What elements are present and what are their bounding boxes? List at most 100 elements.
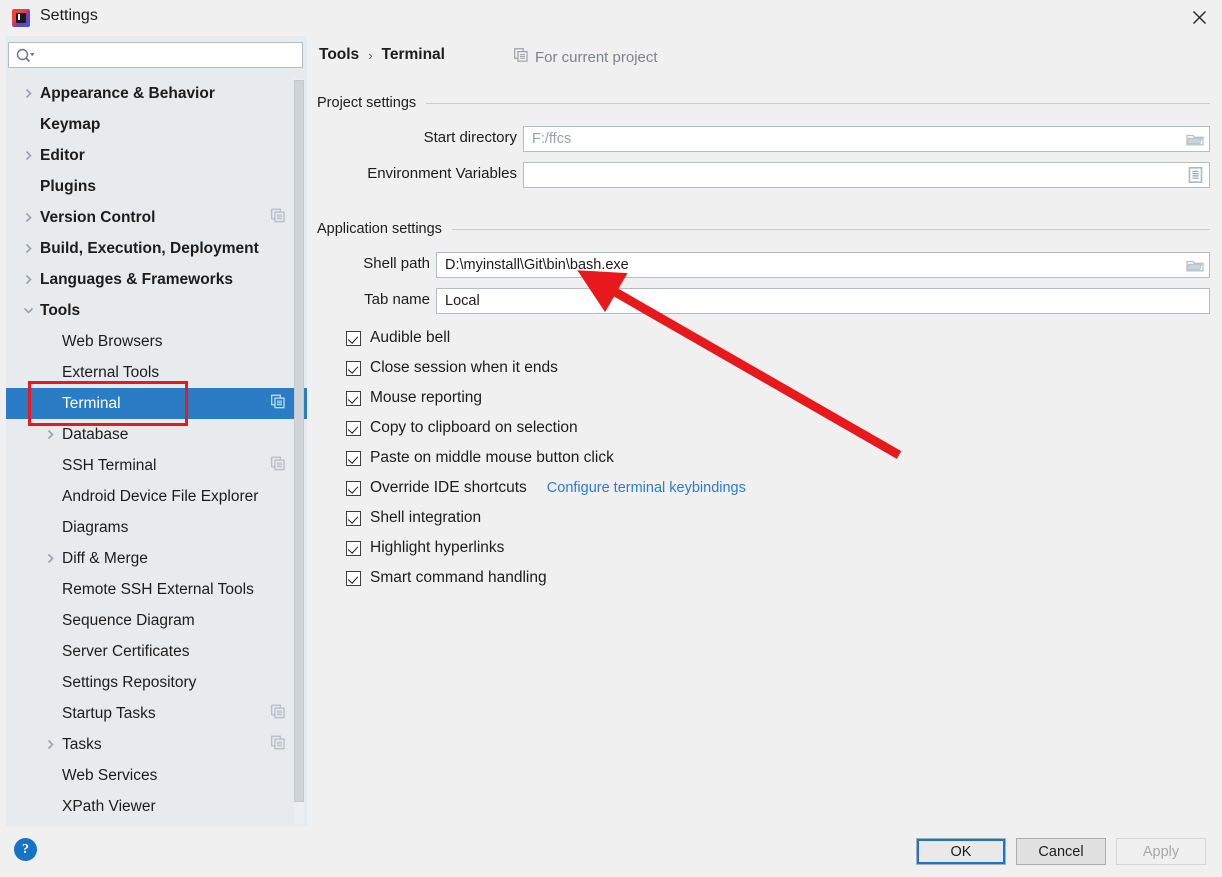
checkbox-row[interactable]: Mouse reporting [346, 383, 746, 413]
breadcrumb-current: Terminal [381, 46, 445, 63]
sidebar-scrollbar-thumb[interactable] [294, 80, 304, 802]
chevron-down-icon[interactable] [20, 303, 36, 319]
terminal-options-list: Audible bell Close session when it ends Mo… [346, 323, 746, 593]
settings-main-panel: Tools › Terminal For current project Pro… [307, 36, 1222, 826]
folder-icon[interactable] [1184, 255, 1206, 275]
sidebar-item-diff-merge[interactable]: Diff & Merge [6, 543, 307, 574]
sidebar-item-server-certificates[interactable]: Server Certificates [6, 636, 307, 667]
checkbox-row[interactable]: Override IDE shortcuts Configure terminal… [346, 473, 746, 503]
folder-icon[interactable] [1184, 129, 1206, 149]
settings-tree: Appearance & Behavior Keymap Editor Plugins… [6, 78, 307, 826]
sidebar-item-appearance-behavior[interactable]: Appearance & Behavior [6, 78, 307, 109]
sidebar-item-label: Languages & Frameworks [40, 270, 233, 288]
sidebar-item-startup-tasks[interactable]: Startup Tasks [6, 698, 307, 729]
search-input[interactable] [43, 43, 298, 67]
sidebar-item-label: SSH Terminal [62, 456, 157, 474]
checkbox-row[interactable]: Highlight hyperlinks [346, 533, 746, 563]
sidebar-item-label: Build, Execution, Deployment [40, 239, 259, 257]
sidebar-item-label: Terminal [62, 394, 121, 412]
sidebar-item-xpath-viewer[interactable]: XPath Viewer [6, 791, 307, 822]
ok-button[interactable]: OK [916, 838, 1006, 865]
tab-name-label: Tab name [364, 291, 430, 308]
sidebar-item-build-execution-deployment[interactable]: Build, Execution, Deployment [6, 233, 307, 264]
sidebar-item-label: Keymap [40, 115, 101, 133]
sidebar-item-diagrams[interactable]: Diagrams [6, 512, 307, 543]
sidebar-item-tools[interactable]: Tools [6, 295, 307, 326]
sidebar-item-tasks[interactable]: Tasks [6, 729, 307, 760]
start-directory-field[interactable]: F:/ffcs [523, 126, 1210, 152]
sidebar-item-keymap[interactable]: Keymap [6, 109, 307, 140]
checkbox-row[interactable]: Shell integration [346, 503, 746, 533]
sidebar-item-android-device-file-explorer[interactable]: Android Device File Explorer [6, 481, 307, 512]
project-settings-header: Project settings [317, 92, 1210, 114]
settings-dialog: Settings Appearance & Behavior Keymap Edit… [0, 0, 1222, 877]
sidebar-item-terminal[interactable]: Terminal [6, 388, 307, 419]
for-current-project-label: For current project [514, 48, 658, 66]
chevron-right-icon[interactable] [42, 427, 58, 443]
checkbox-highlight-hyperlinks[interactable] [346, 540, 361, 556]
chevron-right-icon[interactable] [20, 210, 36, 226]
sidebar-item-sequence-diagram[interactable]: Sequence Diagram [6, 605, 307, 636]
checkbox-row[interactable]: Smart command handling [346, 563, 746, 593]
checkbox-row[interactable]: Audible bell [346, 323, 746, 353]
checkbox-close-session-when-it-ends[interactable] [346, 360, 361, 376]
sidebar-item-label: Tools [40, 301, 81, 319]
checkbox-row[interactable]: Paste on middle mouse button click [346, 443, 746, 473]
sidebar-item-external-tools[interactable]: External Tools [6, 357, 307, 388]
checkbox-row[interactable]: Copy to clipboard on selection [346, 413, 746, 443]
search-box[interactable] [8, 42, 303, 68]
chevron-right-icon[interactable] [42, 737, 58, 753]
list-document-icon[interactable] [1184, 165, 1206, 185]
settings-sidebar: Appearance & Behavior Keymap Editor Plugins… [6, 36, 307, 826]
configure-terminal-keybindings-link[interactable]: Configure terminal keybindings [547, 480, 746, 496]
sidebar-item-web-services[interactable]: Web Services [6, 760, 307, 791]
sidebar-item-web-browsers[interactable]: Web Browsers [6, 326, 307, 357]
chevron-right-icon[interactable] [20, 272, 36, 288]
sidebar-item-remote-ssh-external-tools[interactable]: Remote SSH External Tools [6, 574, 307, 605]
checkbox-label: Smart command handling [370, 569, 547, 586]
sidebar-item-label: External Tools [62, 363, 160, 381]
copy-badge-icon [271, 735, 285, 754]
start-directory-value: F:/ffcs [532, 131, 572, 147]
chevron-right-icon[interactable] [20, 241, 36, 257]
sidebar-item-label: XPath Viewer [62, 797, 156, 815]
sidebar-item-languages-frameworks[interactable]: Languages & Frameworks [6, 264, 307, 295]
project-settings-title: Project settings [317, 95, 417, 111]
checkbox-override-ide-shortcuts[interactable] [346, 480, 361, 496]
tab-name-field[interactable]: Local [436, 288, 1210, 314]
checkbox-row[interactable]: Close session when it ends [346, 353, 746, 383]
checkbox-label: Paste on middle mouse button click [370, 449, 614, 466]
cancel-button[interactable]: Cancel [1016, 838, 1106, 865]
checkbox-smart-command-handling[interactable] [346, 570, 361, 586]
sidebar-item-settings-repository[interactable]: Settings Repository [6, 667, 307, 698]
environment-variables-field[interactable] [523, 162, 1210, 188]
sidebar-item-database[interactable]: Database [6, 419, 307, 450]
shell-path-label: Shell path [363, 255, 430, 272]
checkbox-label: Highlight hyperlinks [370, 539, 505, 556]
sidebar-item-plugins[interactable]: Plugins [6, 171, 307, 202]
chevron-right-icon[interactable] [42, 551, 58, 567]
checkbox-label: Override IDE shortcuts [370, 479, 527, 496]
intellij-idea-icon [12, 9, 30, 27]
chevron-right-icon[interactable] [20, 86, 36, 102]
sidebar-item-label: Web Browsers [62, 332, 163, 350]
sidebar-item-label: Diagrams [62, 518, 129, 536]
sidebar-item-label: Remote SSH External Tools [62, 580, 254, 598]
close-icon[interactable] [1176, 0, 1222, 34]
checkbox-label: Copy to clipboard on selection [370, 419, 578, 436]
checkbox-paste-on-middle-mouse-button-click[interactable] [346, 450, 361, 466]
breadcrumb-parent[interactable]: Tools [319, 46, 359, 64]
sidebar-item-version-control[interactable]: Version Control [6, 202, 307, 233]
sidebar-item-editor[interactable]: Editor [6, 140, 307, 171]
checkbox-shell-integration[interactable] [346, 510, 361, 526]
sidebar-item-ssh-terminal[interactable]: SSH Terminal [6, 450, 307, 481]
sidebar-item-label: Startup Tasks [62, 704, 156, 722]
checkbox-audible-bell[interactable] [346, 330, 361, 346]
checkbox-copy-to-clipboard-on-selection[interactable] [346, 420, 361, 436]
application-settings-title: Application settings [317, 221, 442, 237]
shell-path-field[interactable]: D:\myinstall\Git\bin\bash.exe [436, 252, 1210, 278]
chevron-right-icon[interactable] [20, 148, 36, 164]
checkbox-mouse-reporting[interactable] [346, 390, 361, 406]
project-settings-section: Project settings [317, 92, 1210, 114]
help-button[interactable]: ? [14, 838, 37, 861]
